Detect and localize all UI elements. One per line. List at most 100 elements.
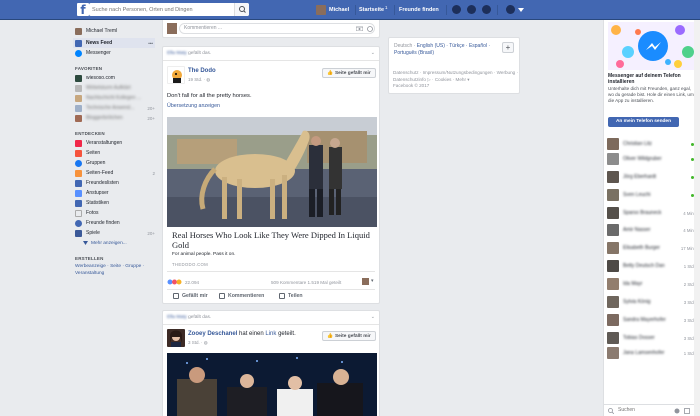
comment-button[interactable]: Kommentieren xyxy=(219,293,264,299)
post-video-image[interactable] xyxy=(167,353,377,416)
new-message-icon[interactable] xyxy=(684,408,690,414)
sidebar-item-messenger[interactable]: Messenger xyxy=(75,48,155,58)
translate-link[interactable]: Übersetzung anzeigen xyxy=(167,103,220,109)
search-box[interactable] xyxy=(89,3,249,16)
like-page-label: Seite gefällt mir xyxy=(334,70,371,76)
sidebar-item-favorite[interactable]: Technische Anwend... 20+ xyxy=(75,103,155,113)
create-heading: ERSTELLEN xyxy=(75,256,104,261)
sidebar-item-groups[interactable]: Gruppen xyxy=(75,158,155,168)
add-language-button[interactable]: + xyxy=(502,42,514,53)
shared-link[interactable]: Link xyxy=(265,331,276,337)
post-options-icon[interactable]: ⌄ xyxy=(371,314,375,320)
chat-contact[interactable]: Jörg Eberhardt xyxy=(607,171,697,183)
comments-shares-count[interactable]: 509 Kommentare 1.519 Mal geteilt xyxy=(271,280,341,285)
post-timestamp[interactable]: 19 Std. · ◍ xyxy=(188,77,210,83)
divider xyxy=(394,5,395,15)
ad-title: Messenger auf deinem Telefon installiere… xyxy=(608,73,681,85)
sidebar-item-favorite[interactable]: wiesoso.com xyxy=(75,73,155,83)
show-more-link[interactable]: Mehr anzeigen... xyxy=(75,238,155,248)
post-options-icon[interactable]: ⌄ xyxy=(371,50,375,56)
messages-icon[interactable] xyxy=(467,5,476,14)
timestamp-text: 3 Std. · xyxy=(188,340,204,345)
chat-contact[interactable]: Sven Leuchi xyxy=(607,189,697,201)
sidebar-item-profile[interactable]: Michael Treml xyxy=(75,26,155,36)
chat-contact[interactable]: Sylvia König 3 Std. xyxy=(607,296,697,308)
profile-photo xyxy=(170,330,182,347)
like-page-button[interactable]: 👍 Seite gefällt mir xyxy=(322,68,376,78)
avatar xyxy=(607,332,619,344)
author-name[interactable]: Zooey Deschanel xyxy=(188,331,237,337)
emoji-icon[interactable] xyxy=(367,26,373,32)
page-scrollbar[interactable] xyxy=(694,20,700,416)
sidebar-item-photos[interactable]: Fotos xyxy=(75,208,155,218)
chat-contact[interactable]: Jana Lamsenhofer 1 Std. xyxy=(607,347,697,359)
quick-help-icon[interactable] xyxy=(506,5,515,14)
post-link-image[interactable] xyxy=(167,117,377,227)
sidebar-item-pokes[interactable]: Anstupser xyxy=(75,188,155,198)
reactions-count[interactable]: 22.094 xyxy=(167,279,199,285)
chat-search-box[interactable] xyxy=(604,404,700,416)
globe-icon: ◍ xyxy=(206,77,211,82)
sidebar-item-events[interactable]: Veranstaltungen xyxy=(75,138,155,148)
chat-contact[interactable]: Betty Deutsch Dan 1 Std. xyxy=(607,260,697,272)
sidebar-item-favorite[interactable]: Bloggerbrötchen 20+ xyxy=(75,113,155,123)
friend-requests-icon[interactable] xyxy=(452,5,461,14)
notifications-icon[interactable] xyxy=(482,5,491,14)
author-avatar[interactable] xyxy=(167,66,185,84)
footer-links[interactable]: Datenschutz · Impressum/Nutzungsbedingun… xyxy=(393,69,521,83)
like-page-button[interactable]: 👍 Seite gefällt mir xyxy=(322,331,376,341)
link-title[interactable]: Real Horses Who Look Like They Were Dipp… xyxy=(172,230,377,250)
search-input[interactable] xyxy=(89,3,229,16)
profile-link[interactable]: Michael xyxy=(316,4,349,16)
camera-icon[interactable] xyxy=(356,26,363,31)
current-language: Deutsch xyxy=(394,43,413,49)
chat-options-icon[interactable] xyxy=(674,408,680,414)
contact-name: Elisabeth Burger xyxy=(623,245,660,251)
find-friends-link[interactable]: Freunde finden xyxy=(399,7,439,13)
sidebar-item-find-friends[interactable]: Freunde finden xyxy=(75,218,155,228)
divider xyxy=(163,324,379,325)
chat-contact[interactable]: Christian Litz xyxy=(607,138,697,150)
sidebar-item-friend-lists[interactable]: Freundeslisten xyxy=(75,178,155,188)
like-button[interactable]: Gefällt mir xyxy=(173,293,208,299)
send-to-phone-button[interactable]: An mein Telefon senden xyxy=(608,117,679,127)
chat-contact[interactable]: Amir Nasser 4 Min. xyxy=(607,224,697,236)
more-options-icon[interactable]: ••• xyxy=(148,41,153,46)
search-button[interactable] xyxy=(234,3,249,16)
calendar-icon xyxy=(75,139,82,147)
avatar[interactable] xyxy=(362,278,369,285)
chevron-down-icon[interactable]: ▾ xyxy=(371,278,374,284)
messenger-ad-image[interactable] xyxy=(608,22,695,70)
chat-contact[interactable]: Tobias Dosser 3 Std. xyxy=(607,332,697,344)
create-links[interactable]: Werbeanzeige · Seite · Gruppe · Veransta… xyxy=(75,263,155,277)
sidebar-item-pages[interactable]: Seiten xyxy=(75,148,155,158)
sidebar-item-label: Technische Anwend... xyxy=(86,105,135,111)
author-suffix: geteilt. xyxy=(276,331,296,337)
avatar xyxy=(607,314,619,326)
sidebar-item-label: Wirbelsturm Aufklärt xyxy=(86,85,131,91)
sidebar-item-favorite[interactable]: Nachtschicht Kollegen ... xyxy=(75,93,155,103)
facebook-logo-icon[interactable]: f xyxy=(77,3,89,16)
author-name[interactable]: The Dodo xyxy=(188,68,216,74)
sidebar-item-insights[interactable]: Statistiken xyxy=(75,198,155,208)
chat-contact[interactable]: Sparso Brauneck 4 Min. xyxy=(607,207,697,219)
share-button[interactable]: Teilen xyxy=(279,293,303,299)
sidebar-item-news-feed[interactable]: News Feed ••• xyxy=(73,38,155,48)
avatar xyxy=(607,296,619,308)
chat-contact[interactable]: Sandra Mayerhofer 3 Std. xyxy=(607,314,697,326)
sidebar-item-pages-feed[interactable]: Seiten-Feed 2 xyxy=(75,168,155,178)
avatar xyxy=(75,27,82,35)
comment-input[interactable]: Kommentieren ... xyxy=(179,23,375,34)
chat-contact[interactable]: Oliver Wildgruber xyxy=(607,153,697,165)
sidebar-item-games[interactable]: Spiele 20+ xyxy=(75,228,155,238)
post-timestamp[interactable]: 3 Std. · ◍ xyxy=(188,340,208,346)
chat-contact[interactable]: Elisabeth Burger 17 Min. xyxy=(607,242,697,254)
chat-contact[interactable]: Ida Mayr 2 Std. xyxy=(607,278,697,290)
sidebar-item-favorite[interactable]: Wirbelsturm Aufklärt xyxy=(75,83,155,93)
home-link[interactable]: Startseite xyxy=(359,7,384,13)
photos-icon xyxy=(75,209,82,217)
author-avatar[interactable] xyxy=(167,329,185,347)
chevron-down-icon[interactable] xyxy=(518,8,524,12)
divider xyxy=(167,271,375,272)
page-icon xyxy=(75,74,82,82)
